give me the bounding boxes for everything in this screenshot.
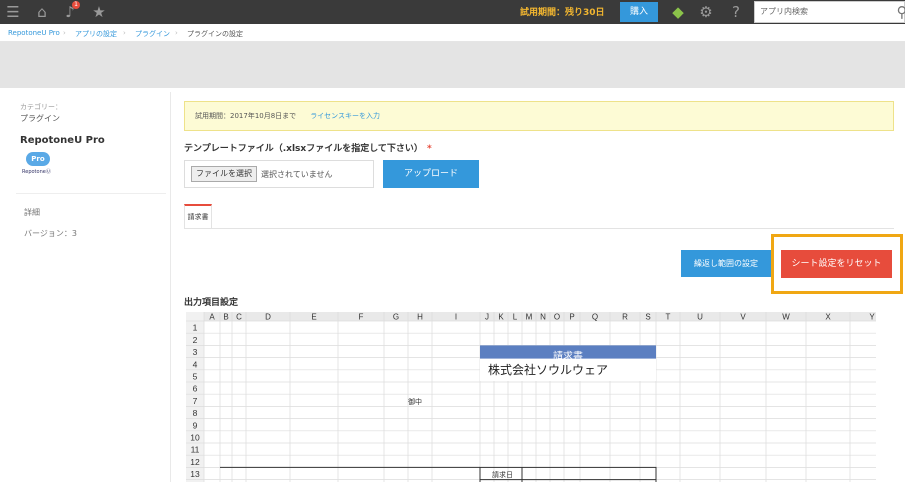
- column-header-R: R: [622, 313, 628, 322]
- row-header-2: 2: [193, 335, 198, 345]
- help-icon[interactable]: ?: [727, 3, 745, 21]
- column-header-P: P: [569, 313, 574, 322]
- required-mark: *: [426, 144, 432, 154]
- upload-button[interactable]: アップロード: [383, 160, 479, 188]
- row-header-1: 1: [193, 323, 198, 333]
- column-header-I: I: [455, 313, 457, 322]
- column-header-L: L: [513, 313, 518, 322]
- column-header-C: C: [236, 313, 242, 322]
- plugin-name: RepotoneU Pro: [20, 135, 105, 146]
- notification-badge: 1: [72, 1, 80, 9]
- trial-remaining-text: 試用期間：残り30日: [520, 8, 605, 18]
- reset-highlight-frame: シート設定をリセット: [771, 234, 903, 294]
- breadcrumb-app[interactable]: RepotoneU Pro: [8, 29, 60, 37]
- template-file-label: テンプレートファイル（.xlsxファイルを指定して下さい） *: [184, 144, 432, 154]
- column-header-F: F: [359, 313, 364, 322]
- invoice-date-label: 請求日: [492, 470, 513, 479]
- tab-invoice[interactable]: 請求書: [184, 204, 212, 228]
- column-header-J: J: [485, 313, 489, 322]
- top-bar: ☰ ⌂ ♪ 1 ★ 試用期間：残り30日 購入 ◆ ⚙ ? アプリ内検索 ⚲: [0, 0, 905, 24]
- category-value: プラグイン: [20, 114, 60, 123]
- column-header-Q: Q: [592, 313, 598, 322]
- company-name: 株式会社ソウルウェア: [488, 362, 608, 377]
- column-header-N: N: [540, 313, 546, 322]
- sidebar: カテゴリー： プラグイン RepotoneU Pro Pro RepotoneⓊ…: [8, 92, 171, 482]
- star-icon[interactable]: ★: [90, 3, 108, 21]
- home-icon[interactable]: ⌂: [33, 3, 51, 21]
- column-header-H: H: [417, 313, 423, 322]
- breadcrumb: RepotoneU Pro › アプリの設定 › プラグイン › プラグインの設…: [0, 24, 905, 42]
- buy-button[interactable]: 購入: [620, 2, 658, 22]
- breadcrumb-plugins[interactable]: プラグイン: [135, 29, 170, 39]
- row-header-8: 8: [193, 408, 198, 418]
- column-header-X: X: [825, 313, 831, 322]
- column-header-Y: Y: [869, 313, 875, 322]
- breadcrumb-current: プラグインの設定: [187, 30, 243, 38]
- file-input: ファイルを選択 選択されていません: [184, 160, 374, 188]
- trial-notice-text: 試用期間：2017年10月8日まで: [195, 112, 297, 120]
- column-header-U: U: [697, 313, 703, 322]
- honorific-text: 御中: [408, 397, 422, 406]
- row-header-6: 6: [193, 384, 198, 394]
- file-status: 選択されていません: [261, 170, 333, 179]
- category-label: カテゴリー：: [20, 103, 62, 111]
- column-header-B: B: [223, 313, 228, 322]
- repeat-range-button[interactable]: 繰返し範囲の設定: [681, 250, 771, 277]
- column-header-M: M: [526, 313, 533, 322]
- column-header-K: K: [498, 313, 504, 322]
- menu-icon[interactable]: ☰: [4, 3, 22, 21]
- column-header-O: O: [554, 313, 560, 322]
- version-text: バージョン：3: [24, 229, 77, 238]
- search-input[interactable]: アプリ内検索: [754, 1, 905, 23]
- column-header-E: E: [311, 313, 316, 322]
- plugin-logo: Pro RepotoneⓊ: [22, 152, 54, 176]
- row-header-5: 5: [193, 372, 198, 382]
- column-header-V: V: [740, 313, 746, 322]
- license-key-link[interactable]: ライセンスキーを入力: [310, 112, 380, 120]
- output-settings-label: 出力項目設定: [184, 298, 239, 308]
- row-header-13: 13: [190, 469, 200, 479]
- reset-sheet-button[interactable]: シート設定をリセット: [781, 250, 892, 278]
- trial-notice: 試用期間：2017年10月8日まで ライセンスキーを入力: [184, 101, 894, 131]
- beginner-icon[interactable]: ◆: [669, 3, 687, 21]
- row-header-3: 3: [193, 347, 198, 357]
- page-header-band: [0, 42, 905, 88]
- choose-file-button[interactable]: ファイルを選択: [191, 166, 257, 182]
- row-header-4: 4: [193, 359, 198, 369]
- row-header-12: 12: [190, 457, 200, 467]
- row-header-10: 10: [190, 433, 200, 443]
- spreadsheet-grid: A B C D E F G H I J K L M N O P Q R S T U V W X Y123456789101112…: [186, 312, 876, 482]
- column-header-D: D: [265, 313, 271, 322]
- row-header-9: 9: [193, 420, 198, 430]
- row-header-11: 11: [191, 445, 200, 455]
- gear-icon[interactable]: ⚙: [697, 3, 715, 21]
- search-icon[interactable]: ⚲: [893, 3, 905, 21]
- breadcrumb-app-settings[interactable]: アプリの設定: [75, 29, 117, 39]
- column-header-S: S: [645, 313, 650, 322]
- column-header-T: T: [666, 313, 671, 322]
- column-header-A: A: [209, 313, 215, 322]
- row-header-7: 7: [193, 396, 198, 406]
- column-header-G: G: [393, 313, 399, 322]
- details-link[interactable]: 詳細: [24, 207, 40, 218]
- column-header-W: W: [782, 313, 790, 322]
